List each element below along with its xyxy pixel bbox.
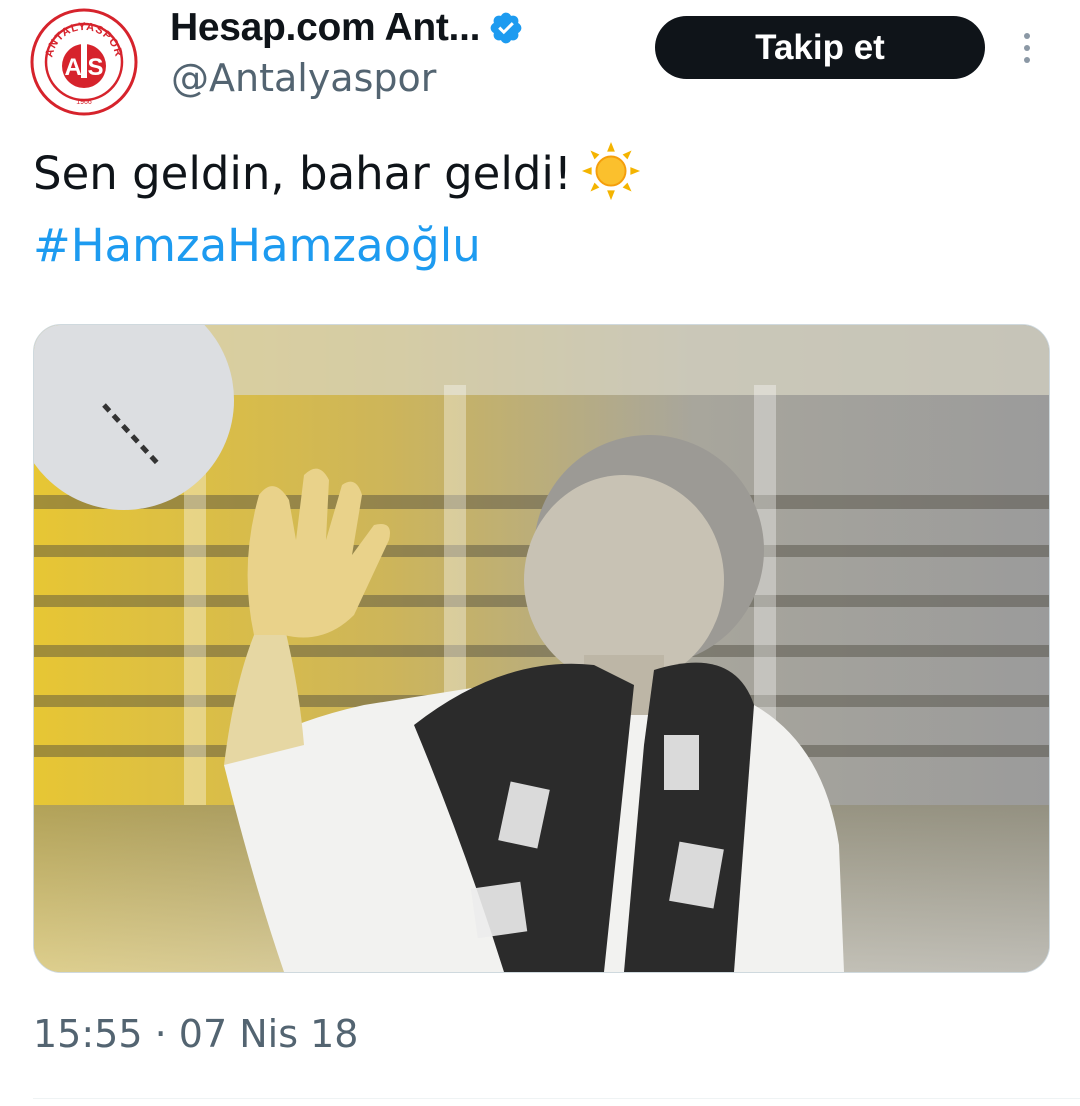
more-options-icon[interactable] [1012, 28, 1042, 68]
verified-badge-icon [490, 12, 522, 44]
tweet-timestamp[interactable]: 15:55 · 07 Nis 18 [33, 1012, 358, 1056]
tweet: ANTALYASPOR A S 1966 Hesap.com Ant... @A… [0, 0, 1080, 1106]
avatar[interactable]: ANTALYASPOR A S 1966 [30, 8, 138, 116]
sun-icon [581, 141, 640, 201]
display-name[interactable]: Hesap.com Ant... [170, 6, 480, 50]
author-handle[interactable]: @Antalyaspor [171, 56, 436, 100]
tweet-text-line: Sen geldin, bahar geldi! [33, 138, 642, 210]
follow-button[interactable]: Takip et [655, 16, 985, 79]
tweet-date: 07 Nis 18 [178, 1012, 359, 1056]
hashtag-link[interactable]: #HamzaHamzaoğlu [33, 210, 642, 282]
timestamp-separator: · [154, 1012, 167, 1056]
avatar-year: 1966 [76, 99, 92, 106]
photo-icon [34, 325, 1049, 972]
antalyaspor-logo-icon: ANTALYASPOR A S 1966 [30, 8, 138, 116]
tweet-text: Sen geldin, bahar geldi! #HamzaHamzaoğlu [33, 138, 642, 282]
tweet-time: 15:55 [33, 1012, 143, 1056]
divider [33, 1098, 1080, 1099]
tweet-media[interactable] [33, 324, 1050, 973]
author-name-row[interactable]: Hesap.com Ant... [170, 0, 524, 56]
tweet-text-content: Sen geldin, bahar geldi! [33, 147, 572, 200]
